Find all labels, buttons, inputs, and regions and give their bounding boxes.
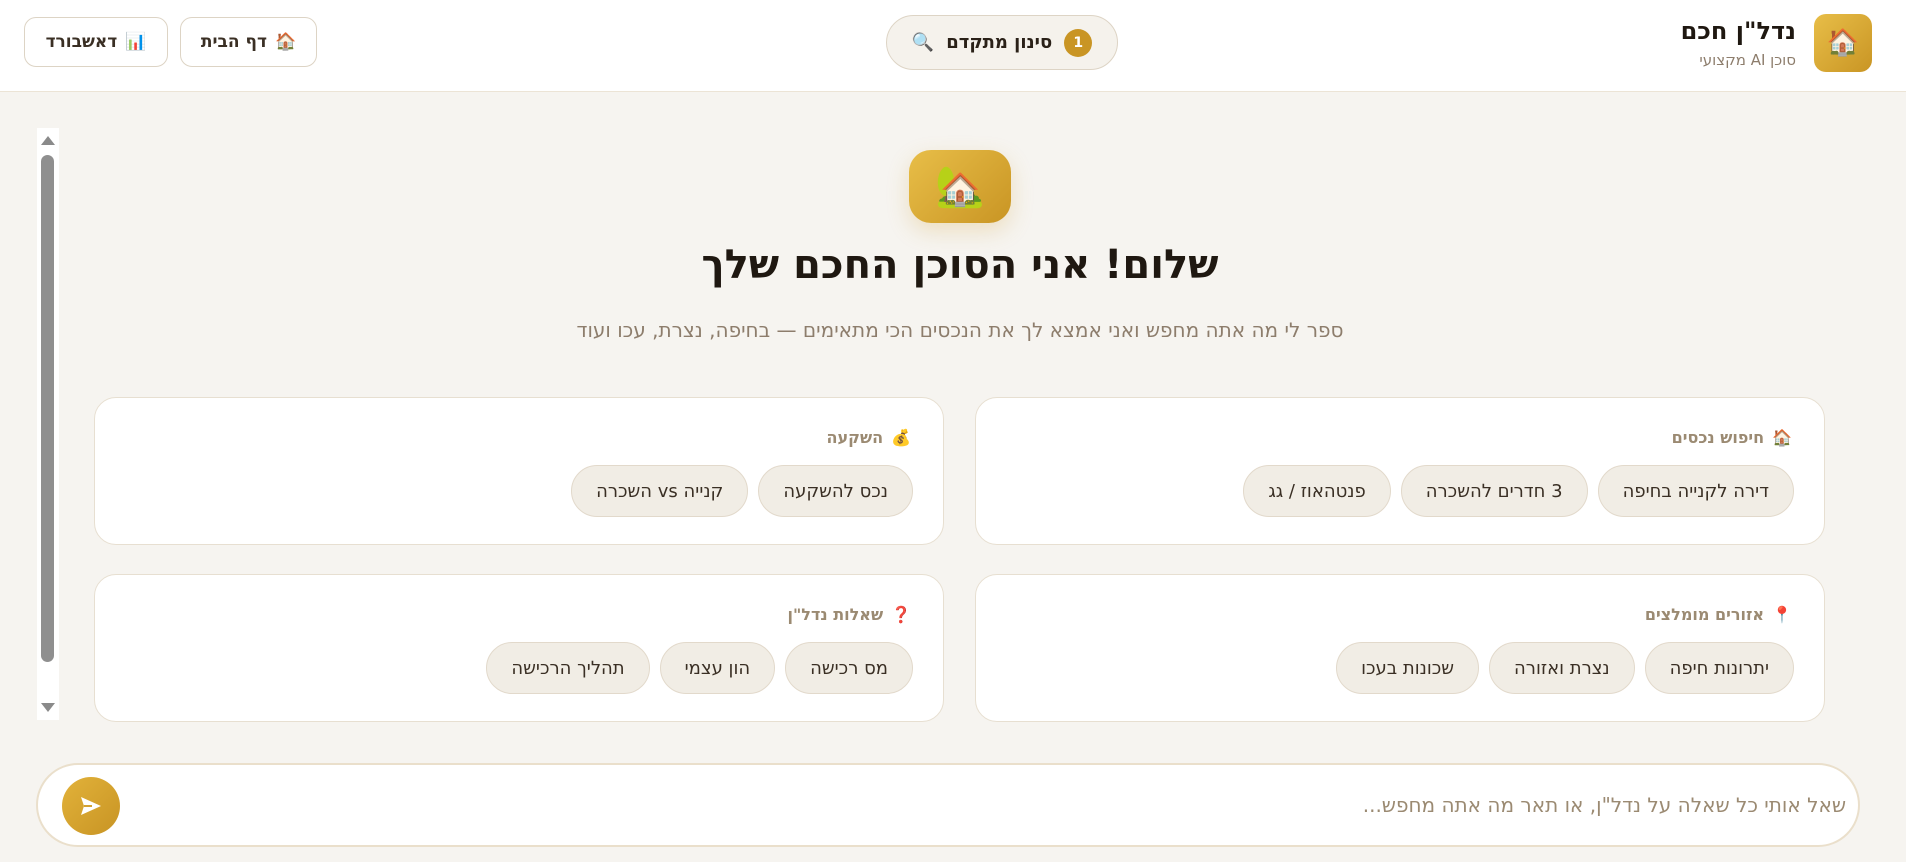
chat-input-bar	[36, 763, 1860, 847]
filter-label: סינון מתקדם	[946, 32, 1053, 53]
house-icon: 🏠	[1772, 428, 1792, 447]
send-icon	[81, 797, 101, 815]
suggestion-card-areas: 📍 אזורים מומלצים יתרונות חיפה נצרת ואזורה…	[975, 574, 1825, 722]
suggestion-chip[interactable]: שכונות בעכו	[1336, 642, 1480, 694]
suggestion-chip[interactable]: תהליך הרכישה	[486, 642, 650, 694]
bar-chart-icon: 📊	[125, 32, 147, 52]
suggestion-chip[interactable]: דירה לקנייה בחיפה	[1597, 465, 1794, 517]
house-icon: 🏡	[909, 150, 1011, 223]
app-header: 🏠 נדל"ן חכם סוכן AI מקצועי 🔍 סינון מתקדם…	[0, 0, 1906, 92]
suggestion-card-investment: 💰 השקעה נכס להשקעה קנייה vs השכרה	[94, 397, 944, 545]
suggestion-card-property-search: 🏠 חיפוש נכסים דירה לקנייה בחיפה 3 חדרים ל…	[975, 397, 1825, 545]
brand-subtitle: סוכן AI מקצועי	[1699, 51, 1796, 69]
house-icon: 🏠	[1814, 14, 1872, 72]
suggestion-card-questions: ❓ שאלות נדל"ן מס רכישה הון עצמי תהליך הרכ…	[94, 574, 944, 722]
money-bag-icon: 💰	[891, 428, 911, 447]
send-button[interactable]	[62, 777, 120, 835]
suggestion-chip[interactable]: נצרת ואזורה	[1489, 642, 1635, 694]
dashboard-button[interactable]: 📊 דאשבורד	[24, 17, 168, 67]
scroll-thumb[interactable]	[41, 155, 54, 662]
home-label: דף הבית	[200, 32, 267, 52]
brand: 🏠 נדל"ן חכם סוכן AI מקצועי	[1681, 14, 1872, 72]
chat-input[interactable]	[186, 785, 1846, 825]
scrollbar[interactable]	[37, 128, 59, 720]
brand-title: נדל"ן חכם	[1680, 17, 1796, 45]
suggestion-chip[interactable]: פנטהאוז / גג	[1243, 465, 1391, 517]
suggestion-chip[interactable]: מס רכישה	[785, 642, 913, 694]
search-icon: 🔍	[911, 32, 935, 53]
suggestion-chip[interactable]: יתרונות חיפה	[1644, 642, 1794, 694]
home-button[interactable]: 🏠 דף הבית	[180, 17, 317, 67]
filter-count-badge: 1	[1064, 28, 1093, 57]
question-icon: ❓	[891, 605, 911, 624]
scroll-down-icon[interactable]	[41, 703, 55, 712]
suggestion-chip[interactable]: נכס להשקעה	[758, 465, 913, 517]
suggestion-chip[interactable]: קנייה vs השכרה	[571, 465, 749, 517]
hero-title: שלום! אני הסוכן החכם שלך	[701, 242, 1219, 288]
dashboard-label: דאשבורד	[45, 32, 118, 52]
card-title: אזורים מומלצים	[1644, 605, 1765, 624]
scroll-up-icon[interactable]	[41, 136, 55, 145]
hero-subtitle: ספר לי מה אתה מחפש ואני אמצא לך את הנכסי…	[576, 318, 1344, 342]
card-title: שאלות נדל"ן	[787, 605, 884, 624]
suggestion-chip[interactable]: 3 חדרים להשכרה	[1400, 465, 1588, 517]
card-title: חיפוש נכסים	[1671, 428, 1765, 447]
house-icon: 🏠	[274, 32, 297, 52]
pin-icon: 📍	[1772, 605, 1792, 624]
advanced-filter-button[interactable]: 🔍 סינון מתקדם 1	[886, 15, 1118, 70]
card-title: השקעה	[826, 428, 884, 447]
suggestion-chip[interactable]: הון עצמי	[659, 642, 776, 694]
